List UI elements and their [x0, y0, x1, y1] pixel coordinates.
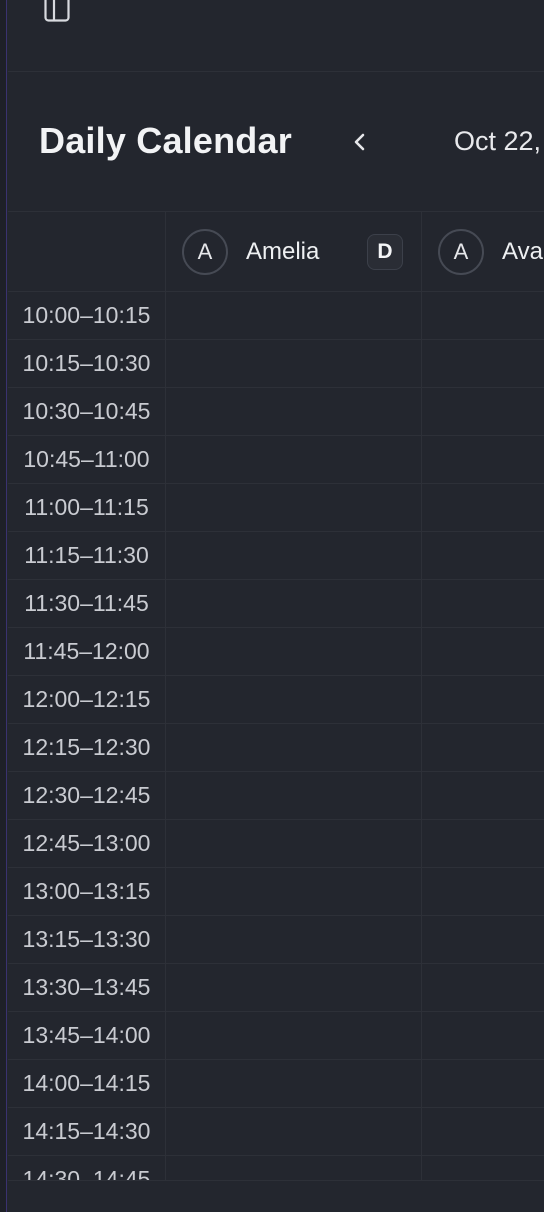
table-row: 12:00–12:15 — [8, 676, 544, 724]
staff-name: Amelia — [246, 238, 320, 265]
time-slot-label: 12:15–12:30 — [8, 724, 166, 771]
slot-cell-amelia[interactable] — [166, 340, 422, 387]
chevron-left-icon — [354, 133, 365, 151]
slot-cell-ava[interactable] — [422, 724, 544, 771]
table-row: 12:15–12:30 — [8, 724, 544, 772]
time-slot-label: 10:45–11:00 — [8, 436, 166, 483]
slot-cell-amelia[interactable] — [166, 532, 422, 579]
table-row: 11:15–11:30 — [8, 532, 544, 580]
slot-cell-amelia[interactable] — [166, 292, 422, 339]
table-row: 11:45–12:00 — [8, 628, 544, 676]
slot-cell-amelia[interactable] — [166, 580, 422, 627]
sidebar-panel-icon[interactable] — [44, 0, 70, 22]
current-date-label[interactable]: Oct 22, — [454, 126, 541, 157]
horizontal-scroll-area[interactable] — [8, 1180, 544, 1212]
time-slot-label: 12:00–12:15 — [8, 676, 166, 723]
time-slot-rows: 10:00–10:15 10:15–10:30 10:30–10:45 10:45–1… — [8, 292, 544, 1180]
slot-cell-ava[interactable] — [422, 772, 544, 819]
time-slot-label: 13:15–13:30 — [8, 916, 166, 963]
slot-cell-amelia[interactable] — [166, 820, 422, 867]
slot-cell-ava[interactable] — [422, 676, 544, 723]
slot-cell-amelia[interactable] — [166, 724, 422, 771]
table-row: 14:00–14:15 — [8, 1060, 544, 1108]
table-row: 11:00–11:15 — [8, 484, 544, 532]
table-row: 13:45–14:00 — [8, 1012, 544, 1060]
slot-cell-ava[interactable] — [422, 1060, 544, 1107]
table-row: 10:30–10:45 — [8, 388, 544, 436]
slot-cell-ava[interactable] — [422, 964, 544, 1011]
slot-cell-amelia[interactable] — [166, 484, 422, 531]
time-slot-label: 11:30–11:45 — [8, 580, 166, 627]
slot-cell-amelia[interactable] — [166, 628, 422, 675]
table-row: 10:45–11:00 — [8, 436, 544, 484]
slot-cell-amelia[interactable] — [166, 868, 422, 915]
table-row: 13:15–13:30 — [8, 916, 544, 964]
slot-cell-ava[interactable] — [422, 1108, 544, 1155]
slot-cell-amelia[interactable] — [166, 1012, 422, 1059]
slot-cell-ava[interactable] — [422, 292, 544, 339]
slot-cell-amelia[interactable] — [166, 388, 422, 435]
time-slot-label: 12:30–12:45 — [8, 772, 166, 819]
time-slot-label: 14:30–14:45 — [8, 1156, 166, 1180]
slot-cell-ava[interactable] — [422, 532, 544, 579]
slot-cell-amelia[interactable] — [166, 436, 422, 483]
table-row: 14:15–14:30 — [8, 1108, 544, 1156]
table-row: 11:30–11:45 — [8, 580, 544, 628]
app-window: Daily Calendar Oct 22, A Amelia D A Ava … — [0, 0, 544, 1212]
time-slot-label: 11:00–11:15 — [8, 484, 166, 531]
calendar-grid: A Amelia D A Ava 10:00–10:15 10:15–10:30 1… — [8, 212, 544, 1180]
avatar: A — [438, 229, 484, 275]
time-slot-label: 13:00–13:15 — [8, 868, 166, 915]
slot-cell-ava[interactable] — [422, 580, 544, 627]
table-row: 13:00–13:15 — [8, 868, 544, 916]
time-slot-label: 10:30–10:45 — [8, 388, 166, 435]
slot-cell-ava[interactable] — [422, 820, 544, 867]
slot-cell-ava[interactable] — [422, 388, 544, 435]
time-column-header — [8, 212, 166, 292]
table-row: 12:30–12:45 — [8, 772, 544, 820]
time-slot-label: 10:15–10:30 — [8, 340, 166, 387]
slot-cell-ava[interactable] — [422, 436, 544, 483]
calendar-header: Daily Calendar Oct 22, — [8, 72, 544, 212]
previous-day-button[interactable] — [340, 122, 380, 162]
table-row: 14:30–14:45 — [8, 1156, 544, 1180]
slot-cell-ava[interactable] — [422, 628, 544, 675]
slot-cell-ava[interactable] — [422, 1012, 544, 1059]
page-title: Daily Calendar — [39, 120, 292, 161]
slot-cell-ava[interactable] — [422, 484, 544, 531]
slot-cell-ava[interactable] — [422, 868, 544, 915]
table-row: 10:00–10:15 — [8, 292, 544, 340]
slot-cell-amelia[interactable] — [166, 964, 422, 1011]
slot-cell-amelia[interactable] — [166, 916, 422, 963]
slot-cell-amelia[interactable] — [166, 772, 422, 819]
staff-column-header-ava: A Ava — [422, 212, 544, 292]
slot-cell-amelia[interactable] — [166, 676, 422, 723]
staff-name: Ava — [502, 238, 543, 265]
day-view-badge[interactable]: D — [367, 234, 403, 270]
slot-cell-ava[interactable] — [422, 916, 544, 963]
slot-cell-amelia[interactable] — [166, 1060, 422, 1107]
avatar: A — [182, 229, 228, 275]
table-row: 12:45–13:00 — [8, 820, 544, 868]
time-slot-label: 10:00–10:15 — [8, 292, 166, 339]
time-slot-label: 11:15–11:30 — [8, 532, 166, 579]
time-slot-label: 13:45–14:00 — [8, 1012, 166, 1059]
time-slot-label: 14:15–14:30 — [8, 1108, 166, 1155]
slot-cell-ava[interactable] — [422, 340, 544, 387]
slot-cell-amelia[interactable] — [166, 1156, 422, 1180]
left-edge-border — [0, 0, 7, 1212]
top-bar — [8, 0, 544, 72]
time-slot-label: 14:00–14:15 — [8, 1060, 166, 1107]
time-slot-label: 12:45–13:00 — [8, 820, 166, 867]
table-row: 10:15–10:30 — [8, 340, 544, 388]
slot-cell-ava[interactable] — [422, 1156, 544, 1180]
slot-cell-amelia[interactable] — [166, 1108, 422, 1155]
table-row: 13:30–13:45 — [8, 964, 544, 1012]
staff-column-header-amelia: A Amelia D — [166, 212, 422, 292]
time-slot-label: 11:45–12:00 — [8, 628, 166, 675]
time-slot-label: 13:30–13:45 — [8, 964, 166, 1011]
